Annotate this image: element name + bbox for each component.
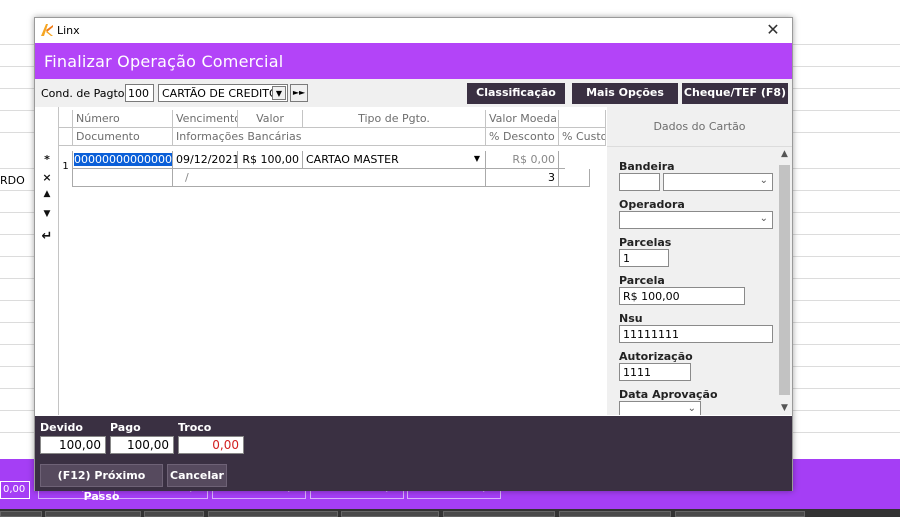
row-number: 1 [59, 151, 73, 187]
cell-custo[interactable] [559, 169, 590, 187]
scroll-up-icon[interactable]: ▲ [777, 149, 792, 159]
grid-header-vencimento[interactable]: Vencimento [173, 110, 238, 128]
scrollbar-thumb[interactable] [779, 165, 790, 395]
bandeira-select[interactable]: ⌄ [663, 173, 773, 191]
autorizacao-input[interactable]: 1111 [619, 363, 691, 381]
grid-header-custo[interactable]: % Custo [559, 128, 606, 146]
cell-spacer [559, 151, 565, 169]
nsu-input[interactable]: 11111111 [619, 325, 773, 343]
header-band: Finalizar Operação Comercial [35, 43, 792, 79]
grid-header-informacoes-bancarias[interactable]: Informações Bancárias [173, 128, 486, 146]
grid-header-blank [559, 110, 606, 128]
grid-header-blank [59, 110, 73, 128]
card-details-panel: Bandeira ⌄ Operadora ⌄ Parcelas 1 Parcel… [607, 147, 792, 415]
operadora-select[interactable]: ⌄ [619, 211, 773, 229]
bg-task-tab[interactable] [443, 511, 555, 517]
grid-header-tipo-pgto[interactable]: Tipo de Pgto. [303, 110, 486, 128]
classificacao-button[interactable]: Classificação (F9) [467, 83, 565, 119]
payments-grid: * × ▲ ▼ ↵ Número Vencimento Valor Tipo d… [35, 107, 606, 415]
cond-pagto-label: Cond. de Pagto [41, 87, 125, 100]
cell-valor[interactable]: R$ 100,00 [238, 151, 303, 169]
bg-task-tab[interactable] [675, 511, 805, 517]
cond-pagto-selected: CARTÃO DE CREDITO [162, 87, 278, 100]
payment-toolbar: Cond. de Pagto 100 CARTÃO DE CREDITO ▼ ►… [35, 79, 792, 119]
window-titlebar[interactable]: Linx ✕ [35, 18, 792, 43]
close-icon[interactable]: ✕ [764, 20, 782, 39]
grid-header-blank [59, 128, 73, 146]
scroll-down-icon[interactable]: ▼ [777, 403, 792, 413]
parcelas-label: Parcelas [619, 236, 672, 249]
pago-input[interactable]: 100,00 [110, 436, 174, 454]
tab-dados-cartao[interactable]: Dados do Cartão [607, 107, 792, 147]
finalize-operation-dialog: Linx ✕ Finalizar Operação Comercial Cond… [34, 17, 793, 503]
grid-header-numero[interactable]: Número [73, 110, 173, 128]
bg-task-tab[interactable] [341, 511, 439, 517]
totals-footer: Devido 100,00 Pago 100,00 Troco 0,00 (F1… [35, 416, 792, 503]
data-aprovacao-label: Data Aprovação [619, 388, 718, 401]
cell-documento[interactable] [73, 169, 173, 187]
delete-row-icon[interactable]: × [41, 171, 53, 184]
bg-left-value: 0,00 [0, 481, 30, 499]
nsu-label: Nsu [619, 312, 643, 325]
bg-task-tab[interactable] [144, 511, 204, 517]
new-row-icon[interactable]: * [41, 153, 53, 166]
card-panel-scrollbar[interactable]: ▲ ▼ [777, 147, 792, 415]
grid-header-valor-moeda[interactable]: Valor Moeda [486, 110, 559, 128]
dropdown-arrow-icon[interactable]: ▼ [272, 86, 286, 100]
fast-forward-button[interactable]: ►► [290, 84, 308, 102]
cancel-button[interactable]: Cancelar [167, 464, 227, 487]
cell-numero-value: 0000000000000063 [74, 153, 172, 166]
cell-informacoes-bancarias[interactable]: / [173, 169, 486, 187]
bg-task-tab[interactable] [0, 511, 42, 517]
cell-tipo-pgto-value: CARTAO MASTER [306, 153, 399, 166]
confirm-row-icon[interactable]: ↵ [41, 229, 53, 244]
parcelas-input[interactable]: 1 [619, 249, 669, 267]
bg-task-tab[interactable] [45, 511, 141, 517]
bg-left-text: RDO [0, 174, 25, 187]
chevron-down-icon: ⌄ [687, 403, 696, 414]
cheque-tef-button[interactable]: Cheque/TEF (F8) [682, 83, 788, 104]
grid-header-documento[interactable]: Documento [73, 128, 173, 146]
dropdown-arrow-icon[interactable]: ▼ [471, 153, 483, 165]
parcela-input[interactable]: R$ 100,00 [619, 287, 745, 305]
bg-task-tab[interactable] [208, 511, 338, 517]
next-step-button[interactable]: (F12) Próximo Passo [40, 464, 163, 503]
cell-numero[interactable]: 0000000000000063 [73, 151, 173, 169]
cond-pagto-code-input[interactable]: 100 [125, 84, 154, 102]
bandeira-label: Bandeira [619, 160, 675, 173]
chevron-down-icon: ⌄ [759, 175, 768, 186]
move-down-icon[interactable]: ▼ [41, 209, 53, 219]
grid-header-valor[interactable]: Valor [238, 110, 303, 128]
data-aprovacao-picker[interactable]: ⌄ [619, 401, 701, 415]
pago-label: Pago [110, 421, 141, 434]
row-action-column: * × ▲ ▼ ↵ [35, 107, 59, 415]
bg-task-tab[interactable] [559, 511, 671, 517]
cond-pagto-select[interactable]: CARTÃO DE CREDITO ▼ [158, 84, 288, 102]
troco-label: Troco [178, 421, 212, 434]
cell-vencimento[interactable]: 09/12/2021 [173, 151, 238, 169]
autorizacao-label: Autorização [619, 350, 693, 363]
cell-valor-moeda[interactable]: R$ 0,00 [486, 151, 559, 169]
bandeira-code-input[interactable] [619, 173, 660, 191]
parcela-label: Parcela [619, 274, 665, 287]
troco-value: 0,00 [178, 436, 244, 454]
mais-opcoes-button[interactable]: Mais Opções (F11) [572, 83, 678, 119]
window-title: Linx [57, 24, 80, 37]
move-up-icon[interactable]: ▲ [41, 189, 53, 199]
operadora-label: Operadora [619, 198, 685, 211]
page-title: Finalizar Operação Comercial [44, 52, 284, 71]
cell-desconto[interactable]: 3 [486, 169, 559, 187]
grid-header-desconto[interactable]: % Desconto [486, 128, 559, 146]
chevron-down-icon: ⌄ [759, 213, 768, 224]
linx-logo-icon [41, 24, 53, 36]
devido-value: 100,00 [40, 436, 106, 454]
cell-tipo-pgto[interactable]: CARTAO MASTER ▼ [303, 151, 486, 169]
devido-label: Devido [40, 421, 83, 434]
